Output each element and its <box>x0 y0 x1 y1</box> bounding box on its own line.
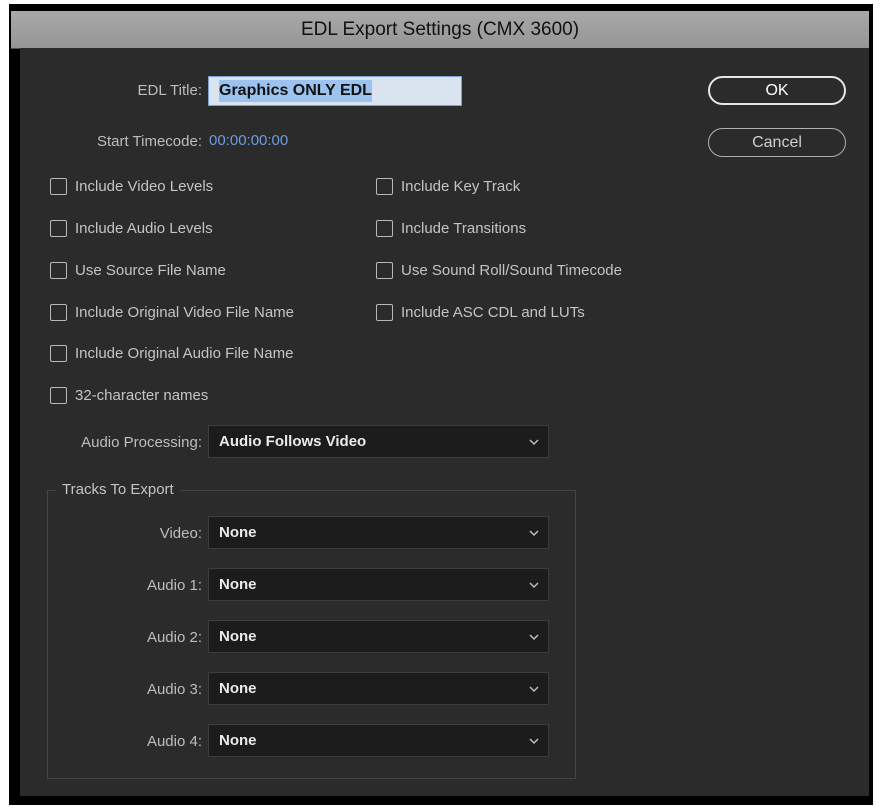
ok-button[interactable]: OK <box>708 76 846 105</box>
audio-processing-dropdown[interactable]: Audio Follows Video <box>208 425 549 458</box>
dialog-title: EDL Export Settings (CMX 3600) <box>11 11 869 49</box>
chevron-down-icon <box>529 530 539 537</box>
edl-title-input[interactable]: Graphics ONLY EDL <box>208 76 462 106</box>
track-dropdown-audio-1[interactable]: None <box>208 568 549 601</box>
edl-title-value: Graphics ONLY EDL <box>219 80 372 102</box>
chevron-down-icon <box>529 738 539 745</box>
checkbox-label: Include Audio Levels <box>75 220 213 237</box>
checkbox-label: Use Source File Name <box>75 262 226 279</box>
checkbox-32-character-names[interactable]: 32-character names <box>50 387 208 404</box>
cancel-button[interactable]: Cancel <box>708 128 846 157</box>
checkbox-label: Include Original Video File Name <box>75 304 295 321</box>
checkbox-label: Include Video Levels <box>75 178 214 195</box>
edl-title-label: EDL Title: <box>137 82 202 99</box>
track-value: None <box>219 576 257 593</box>
track-value: None <box>219 628 257 645</box>
track-label-audio-3: Audio 3: <box>146 681 202 698</box>
track-dropdown-audio-3[interactable]: None <box>208 672 549 705</box>
tracks-to-export-title: Tracks To Export <box>56 481 180 498</box>
checkbox-label: Include Transitions <box>401 220 527 237</box>
checkbox-box[interactable] <box>50 387 67 404</box>
checkbox-box[interactable] <box>376 304 393 321</box>
track-value: None <box>219 524 257 541</box>
checkbox-label: Include Original Audio File Name <box>75 345 294 362</box>
checkbox-label: 32-character names <box>75 387 209 404</box>
checkbox-box[interactable] <box>376 262 393 279</box>
checkbox-include-transitions[interactable]: Include Transitions <box>376 220 526 237</box>
audio-processing-label: Audio Processing: <box>81 434 202 451</box>
track-dropdown-video[interactable]: None <box>208 516 549 549</box>
checkbox-include-original-video-file-name[interactable]: Include Original Video File Name <box>50 304 294 321</box>
checkbox-label: Include Key Track <box>401 178 521 195</box>
track-label-audio-2: Audio 2: <box>146 629 202 646</box>
start-timecode-label: Start Timecode: <box>96 133 202 150</box>
checkbox-include-audio-levels[interactable]: Include Audio Levels <box>50 220 213 237</box>
track-value: None <box>219 732 257 749</box>
track-label-video: Video: <box>159 525 202 542</box>
checkbox-box[interactable] <box>50 220 67 237</box>
track-dropdown-audio-4[interactable]: None <box>208 724 549 757</box>
checkbox-box[interactable] <box>376 178 393 195</box>
chevron-down-icon <box>529 439 539 446</box>
checkbox-label: Use Sound Roll/Sound Timecode <box>401 262 622 279</box>
checkbox-label: Include ASC CDL and LUTs <box>401 304 585 321</box>
checkbox-box[interactable] <box>50 345 67 362</box>
track-label-audio-4: Audio 4: <box>146 733 202 750</box>
checkbox-include-original-audio-file-name[interactable]: Include Original Audio File Name <box>50 345 293 362</box>
track-dropdown-audio-2[interactable]: None <box>208 620 549 653</box>
audio-processing-value: Audio Follows Video <box>219 433 367 450</box>
chevron-down-icon <box>529 634 539 641</box>
track-value: None <box>219 680 257 697</box>
checkbox-box[interactable] <box>376 220 393 237</box>
checkbox-box[interactable] <box>50 304 67 321</box>
checkbox-include-video-levels[interactable]: Include Video Levels <box>50 178 213 195</box>
checkbox-box[interactable] <box>50 178 67 195</box>
checkbox-include-key-track[interactable]: Include Key Track <box>376 178 520 195</box>
checkbox-use-sound-roll-timecode[interactable]: Use Sound Roll/Sound Timecode <box>376 262 622 279</box>
chevron-down-icon <box>529 686 539 693</box>
checkbox-use-source-file-name[interactable]: Use Source File Name <box>50 262 226 279</box>
chevron-down-icon <box>529 582 539 589</box>
checkbox-box[interactable] <box>50 262 67 279</box>
start-timecode-value[interactable]: 00:00:00:00 <box>209 132 288 149</box>
checkbox-include-asc-cdl-luts[interactable]: Include ASC CDL and LUTs <box>376 304 585 321</box>
track-label-audio-1: Audio 1: <box>146 577 202 594</box>
